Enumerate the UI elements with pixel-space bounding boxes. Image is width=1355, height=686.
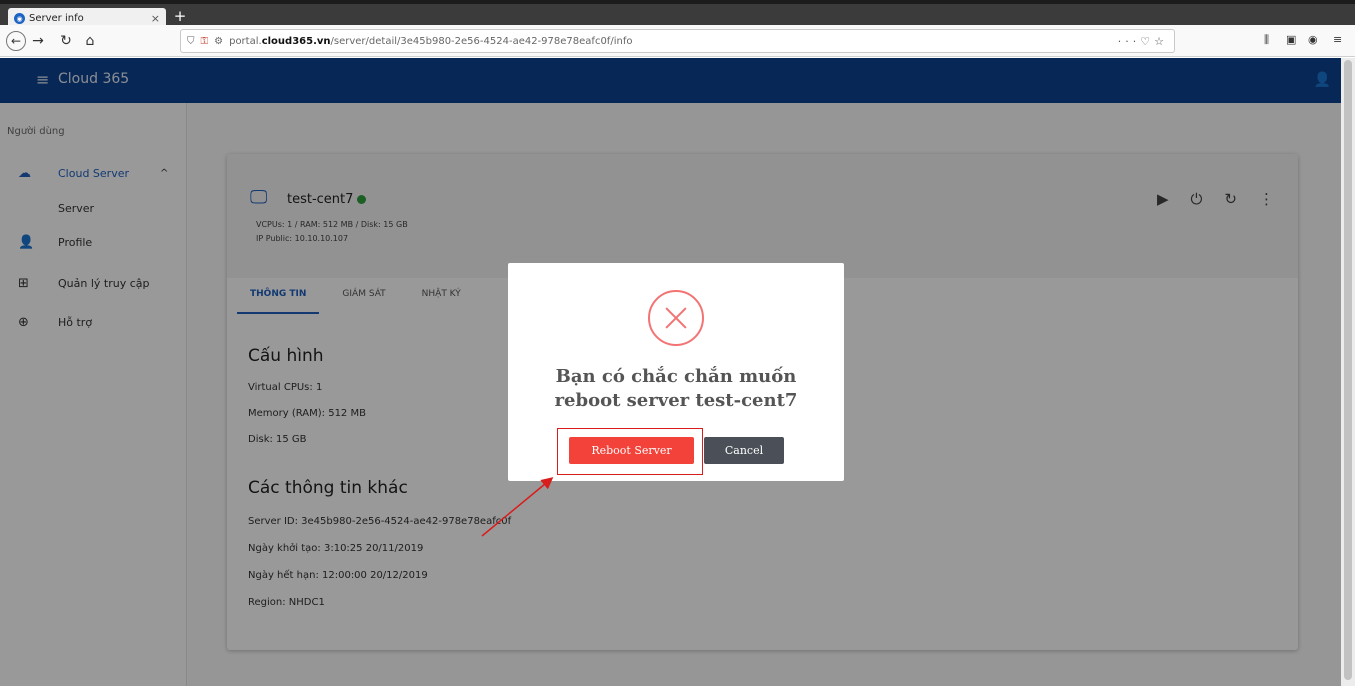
back-icon[interactable]: ← [6,31,26,51]
browser-navbar: ← → ↻ ⌂ ⛉ ⚿ ⚙ portal.cloud365.vn/server/… [0,25,1355,57]
pocket-icon[interactable]: ♡ [1140,35,1154,48]
reload-icon[interactable]: ↻ [56,31,76,51]
close-tab-icon[interactable]: × [151,12,160,25]
page-scrollbar[interactable] [1341,58,1355,686]
globe-icon: ◉ [14,13,25,24]
url-text[interactable]: portal.cloud365.vn/server/detail/3e45b98… [229,36,1118,47]
home-icon[interactable]: ⌂ [80,31,100,51]
hamburger-menu-icon[interactable]: ≡ [1333,33,1342,46]
permissions-icon[interactable]: ⚙ [214,36,223,47]
dialog-title: Bạn có chắc chắn muốn reboot server test… [554,366,798,411]
scrollbar-thumb[interactable] [1344,60,1352,680]
annotation-highlight-box [557,428,703,475]
library-icon[interactable]: ⫼ [1264,33,1269,47]
account-icon[interactable]: ◉ [1308,33,1318,46]
error-x-icon [648,290,704,346]
browser-tab-title: Server info [29,13,84,24]
forward-icon[interactable]: → [28,31,48,51]
sidebar-toggle-icon[interactable]: ▣ [1286,33,1296,46]
url-bar[interactable]: ⛉ ⚿ ⚙ portal.cloud365.vn/server/detail/3… [180,29,1175,53]
cancel-button[interactable]: Cancel [704,437,784,464]
shield-icon[interactable]: ⛉ [187,36,195,47]
page-actions-icon[interactable]: ··· [1118,35,1141,48]
new-tab-button[interactable]: + [172,7,188,25]
insecure-lock-icon[interactable]: ⚿ [201,36,209,47]
browser-tab-strip: ◉ Server info × + [0,0,1355,29]
bookmark-star-icon[interactable]: ☆ [1154,35,1168,48]
